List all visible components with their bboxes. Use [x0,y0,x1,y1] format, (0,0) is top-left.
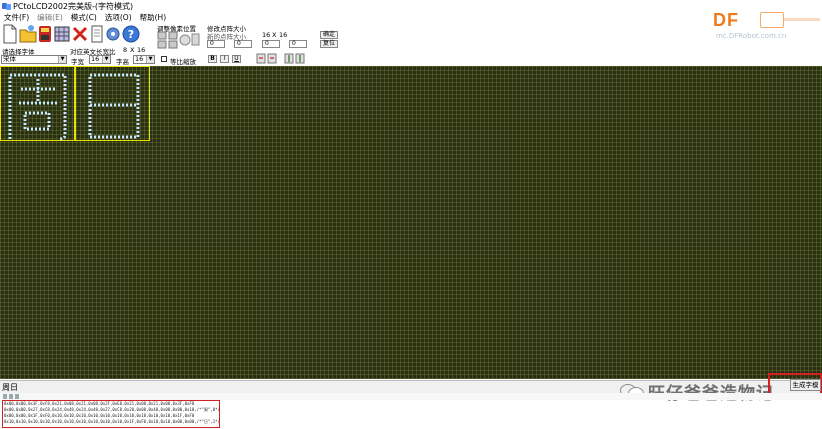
font-data-output[interactable]: 0x00,0x00,0x3F,0xF8,0x21,0x08,0x21,0x08,… [2,400,220,428]
confirm-size-button[interactable]: 确定 [320,31,338,39]
chevron-down-icon: ▼ [58,56,66,63]
settings-icon[interactable] [105,24,121,44]
menu-help[interactable]: 帮助(H) [136,13,171,23]
rotate-icon[interactable] [256,52,278,64]
underline-button[interactable]: U [232,55,241,63]
italic-button[interactable]: I [220,55,229,63]
size-height-value: 16 [279,31,288,39]
menu-mode[interactable]: 模式(C) [67,13,101,23]
save-icon[interactable] [38,24,52,44]
app-icon [2,2,11,11]
spin-input-2[interactable]: 0 [234,40,252,48]
font-select[interactable]: 宋体 ▼ [1,55,67,64]
width-select-value: 16 [91,55,100,63]
watermark-logo: DF mc.DFRobot.com.cn [698,6,822,42]
scale-label: 等比缩放 [170,58,196,66]
size-width-value: 16 [262,31,271,39]
height-label: 字高 [116,58,129,66]
document-icon[interactable] [90,24,104,44]
menu-file[interactable]: 文件(F) [0,13,33,23]
scale-checkbox[interactable] [161,56,167,62]
dot-matrix-canvas[interactable] [0,66,822,379]
height-select-value: 16 [135,55,144,63]
ratio-height-value: 16 [137,46,146,54]
new-file-icon[interactable] [2,24,18,44]
open-folder-icon[interactable] [19,24,37,44]
ratio-width-value: 8 [123,46,128,54]
watermark-bar [784,18,820,21]
char-glyph-ri [88,73,140,139]
close-icon[interactable] [72,24,88,44]
width-label: 字宽 [71,58,84,66]
menu-options[interactable]: 选项(O) [101,13,136,23]
grid-icon[interactable] [54,24,70,44]
watermark-box-icon [760,12,784,28]
menu-edit[interactable]: 编辑(E) [33,13,67,23]
height-select[interactable]: 16 ▼ [133,55,155,64]
move-arrows-icon[interactable] [157,31,201,49]
input-text[interactable]: 周日 [2,382,18,393]
size-separator: X [272,31,277,39]
chevron-down-icon: ▼ [146,56,154,63]
generate-button[interactable]: 生成字模 [790,379,821,391]
spin-input-3[interactable]: 0 [262,40,280,48]
mirror-icon[interactable] [284,52,306,64]
ratio-separator: X [130,46,135,54]
spin-input-4[interactable]: 0 [289,40,307,48]
width-select[interactable]: 16 ▼ [89,55,111,64]
char-glyph-zhou [8,73,67,141]
font-select-value: 宋体 [3,55,16,63]
toolbar: ? 调整像素位置 修改点阵大小 新的点阵大小 16 X 16 确定 复位 0 0… [0,23,700,66]
app-window: PCtoLCD2002完美版-(字符模式) DF mc.DFRobot.com.… [0,0,822,429]
watermark-url: mc.DFRobot.com.cn [716,32,787,40]
svg-text:?: ? [128,28,134,41]
spin-input-1[interactable]: 0 [207,40,225,48]
help-icon[interactable]: ? [122,24,140,44]
output-toolbar [0,393,822,400]
bold-button[interactable]: B [208,55,217,63]
output-line: 0x10,0x10,0x10,0x10,0x10,0x10,0x10,0x10,… [4,419,220,424]
restore-size-button[interactable]: 复位 [320,40,338,48]
window-title: PCtoLCD2002完美版-(字符模式) [13,1,134,11]
menu-bar: 文件(F) 编辑(E) 模式(C) 选项(O) 帮助(H) [0,13,170,23]
chevron-down-icon: ▼ [102,56,110,63]
char-cell-ri[interactable] [75,66,150,141]
char-cell-zhou[interactable] [0,66,75,141]
watermark-brand: DF [713,10,739,30]
